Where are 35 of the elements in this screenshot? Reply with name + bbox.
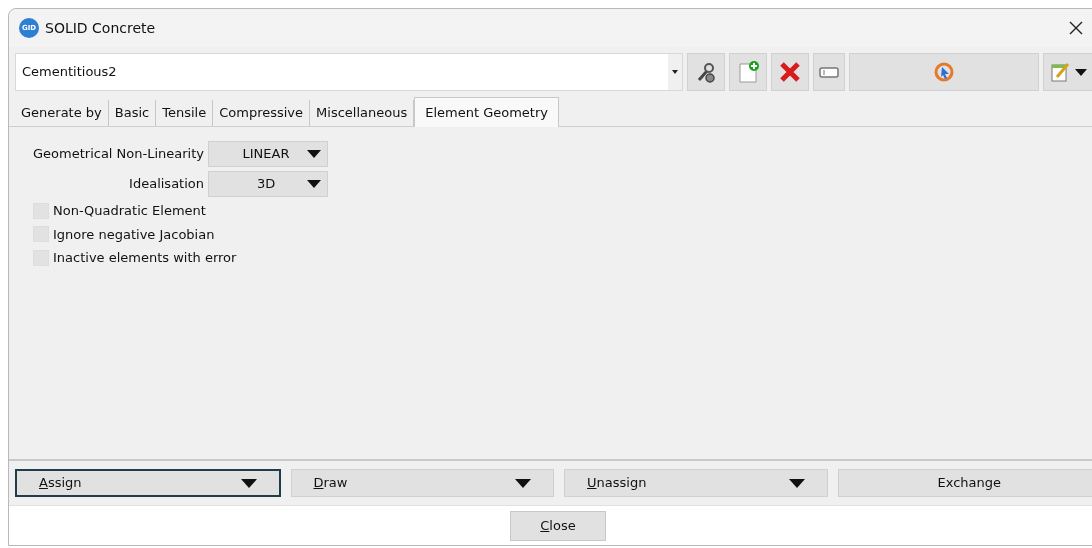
dropdown[interactable]: 3D	[208, 171, 328, 197]
caret-icon	[240, 478, 257, 488]
caret-icon	[515, 478, 531, 488]
tab[interactable]: Generate by	[15, 100, 109, 126]
dropdown[interactable]: LINEAR	[208, 141, 328, 167]
window-title: SOLID Concrete	[45, 18, 156, 38]
caret-icon	[1075, 68, 1087, 76]
material-combo[interactable]: Cementitious2	[15, 53, 683, 91]
new-document-button[interactable]	[729, 53, 767, 91]
checkbox-label: Inactive elements with error	[53, 249, 237, 267]
close-button[interactable]: Close	[510, 510, 606, 541]
notepad-button[interactable]	[1043, 53, 1092, 91]
new-document-icon	[736, 60, 760, 84]
checkbox-label: Non-Quadratic Element	[53, 202, 206, 220]
action-button[interactable]: Assign	[15, 469, 281, 497]
field-label: Idealisation	[128, 175, 204, 194]
caret-icon	[672, 70, 678, 74]
tab[interactable]: Basic	[108, 100, 157, 126]
caret-icon	[307, 150, 321, 158]
caret-icon	[307, 180, 321, 188]
action-button[interactable]: Unassign	[564, 469, 828, 497]
caret-icon	[788, 478, 805, 488]
delete-icon	[778, 60, 802, 84]
action-button[interactable]: Draw	[290, 469, 554, 497]
cursor-icon	[932, 60, 956, 84]
tab[interactable]: Element Geometry	[414, 97, 559, 127]
tab[interactable]: Compressive	[213, 100, 311, 126]
delete-button[interactable]	[771, 53, 809, 91]
action-button[interactable]: Exchange	[837, 469, 1092, 497]
close-icon[interactable]	[1069, 21, 1083, 35]
field-label: Geometrical Non-Linearity	[33, 145, 204, 164]
text-field-button[interactable]	[813, 53, 845, 91]
tab[interactable]: Tensile	[156, 100, 214, 126]
checkbox-label: Ignore negative Jacobian	[53, 225, 215, 244]
tools-button[interactable]	[687, 53, 725, 91]
